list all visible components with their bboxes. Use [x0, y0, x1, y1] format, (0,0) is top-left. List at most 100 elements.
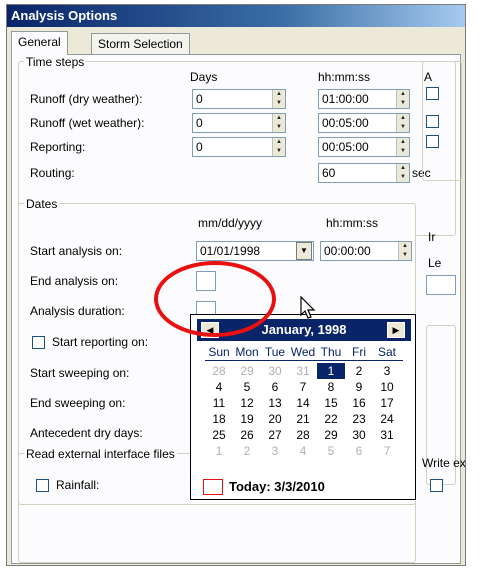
calendar-day[interactable]: 14 — [289, 395, 317, 411]
date-picker-calendar: ◀ January, 1998 ▶ Sun Mon Tue Wed Thu Fr… — [190, 314, 416, 500]
calendar-day[interactable]: 25 — [205, 427, 233, 443]
today-marker — [203, 479, 223, 495]
weekday-label: Mon — [235, 345, 259, 359]
right-checkbox-1[interactable] — [426, 87, 439, 100]
time-steps-title: Time steps — [24, 55, 87, 69]
runoff-dry-label: Runoff (dry weather): — [30, 92, 143, 106]
highlight-circle — [154, 261, 276, 337]
start-date-input[interactable]: 01/01/1998 ▼ — [196, 241, 314, 261]
calendar-day[interactable]: 9 — [345, 379, 373, 395]
routing-spinner[interactable]: ▲ ▼ — [396, 164, 409, 182]
routing-input[interactable]: 60 ▲ ▼ — [318, 163, 410, 183]
rainfall-label: Rainfall: — [56, 478, 100, 492]
date-dropdown-button[interactable]: ▼ — [296, 242, 312, 260]
days-header: Days — [190, 70, 218, 84]
interface-files-title: Read external interface files — [24, 447, 177, 461]
reporting-days-spinner[interactable]: ▲ ▼ — [272, 138, 285, 156]
calendar-day[interactable]: 3 — [261, 443, 289, 459]
calendar-day[interactable]: 1 — [205, 443, 233, 459]
start-analysis-label: Start analysis on: — [30, 244, 123, 258]
analysis-duration-label: Analysis duration: — [30, 304, 125, 318]
tab-storm-selection[interactable]: Storm Selection — [91, 33, 190, 54]
rainfall-checkbox[interactable] — [36, 479, 49, 492]
calendar-day[interactable]: 28 — [205, 363, 233, 379]
runoff-wet-days-spinner[interactable]: ▲ ▼ — [272, 114, 285, 132]
calendar-day-grid: 28 29 30 31 1 2 3 4 5 6 7 8 9 10 11 12 13 14 15 16 17 18 19… — [205, 363, 405, 475]
calendar-day[interactable]: 2 — [345, 363, 373, 379]
calendar-day[interactable]: 30 — [261, 363, 289, 379]
calendar-day[interactable]: 29 — [317, 427, 345, 443]
calendar-day[interactable]: 6 — [345, 443, 373, 459]
calendar-day[interactable]: 31 — [373, 427, 401, 443]
time-header: hh:mm:ss — [318, 70, 371, 84]
dates-title: Dates — [24, 197, 60, 211]
runoff-dry-time-spinner[interactable]: ▲ ▼ — [396, 90, 409, 108]
calendar-day[interactable]: 7 — [289, 379, 317, 395]
calendar-day[interactable]: 23 — [345, 411, 373, 427]
runoff-dry-days-input[interactable]: 0 ▲ ▼ — [192, 89, 286, 109]
calendar-day[interactable]: 24 — [373, 411, 401, 427]
calendar-day[interactable]: 15 — [317, 395, 345, 411]
calendar-day[interactable]: 17 — [373, 395, 401, 411]
runoff-wet-days-input[interactable]: 0 ▲ ▼ — [192, 113, 286, 133]
weekday-label: Fri — [352, 345, 366, 359]
calendar-day[interactable]: 4 — [289, 443, 317, 459]
start-reporting-label: Start reporting on: — [52, 335, 149, 349]
calendar-day[interactable]: 30 — [345, 427, 373, 443]
runoff-dry-days-spinner[interactable]: ▲ ▼ — [272, 90, 285, 108]
routing-label: Routing: — [30, 166, 75, 180]
today-label[interactable]: Today: 3/3/2010 — [229, 479, 325, 495]
start-time-spinner[interactable]: ▲ ▼ — [398, 242, 411, 260]
end-sweeping-label: End sweeping on: — [30, 396, 126, 410]
start-time-input[interactable]: 00:00:00 ▲ ▼ — [320, 241, 412, 261]
next-month-button[interactable]: ▶ — [387, 322, 405, 338]
calendar-day[interactable]: 26 — [233, 427, 261, 443]
calendar-day[interactable]: 16 — [345, 395, 373, 411]
weekday-label: Sun — [208, 345, 230, 359]
calendar-day[interactable]: 4 — [205, 379, 233, 395]
right-checkbox-2[interactable] — [426, 115, 439, 128]
right-label-ir: Ir — [428, 230, 436, 244]
runoff-wet-time-input[interactable]: 00:05:00 ▲ ▼ — [318, 113, 410, 133]
runoff-wet-time-spinner[interactable]: ▲ ▼ — [396, 114, 409, 132]
calendar-day[interactable]: 3 — [373, 363, 401, 379]
calendar-day[interactable]: 5 — [317, 443, 345, 459]
start-sweeping-label: Start sweeping on: — [30, 366, 130, 380]
calendar-day[interactable]: 2 — [233, 443, 261, 459]
calendar-day[interactable]: 31 — [289, 363, 317, 379]
window-title: Analysis Options — [7, 5, 465, 27]
calendar-day[interactable]: 29 — [233, 363, 261, 379]
calendar-day[interactable]: 18 — [205, 411, 233, 427]
write-external-checkbox[interactable] — [430, 479, 443, 492]
calendar-day[interactable]: 7 — [373, 443, 401, 459]
calendar-day[interactable]: 28 — [289, 427, 317, 443]
right-label-le: Le — [428, 256, 442, 270]
calendar-day[interactable]: 12 — [233, 395, 261, 411]
start-reporting-checkbox[interactable] — [32, 336, 45, 349]
calendar-day[interactable]: 21 — [289, 411, 317, 427]
calendar-day-selected[interactable]: 1 — [317, 363, 345, 379]
calendar-day[interactable]: 11 — [205, 395, 233, 411]
weekday-label: Tue — [264, 345, 286, 359]
runoff-dry-time-input[interactable]: 01:00:00 ▲ ▼ — [318, 89, 410, 109]
calendar-day[interactable]: 5 — [233, 379, 261, 395]
weekday-row: Sun Mon Tue Wed Thu Fri Sat — [205, 345, 405, 359]
reporting-time-input[interactable]: 00:05:00 ▲ ▼ — [318, 137, 410, 157]
calendar-day[interactable]: 8 — [317, 379, 345, 395]
right-checkbox-3[interactable] — [426, 135, 439, 148]
calendar-day[interactable]: 20 — [261, 411, 289, 427]
reporting-days-input[interactable]: 0 ▲ ▼ — [192, 137, 286, 157]
calendar-day[interactable]: 6 — [261, 379, 289, 395]
calendar-day[interactable]: 10 — [373, 379, 401, 395]
weekday-label: Thu — [320, 345, 342, 359]
calendar-day[interactable]: 27 — [261, 427, 289, 443]
antecedent-dry-days-label: Antecedent dry days: — [30, 426, 143, 440]
calendar-day[interactable]: 22 — [317, 411, 345, 427]
calendar-day[interactable]: 19 — [233, 411, 261, 427]
reporting-time-spinner[interactable]: ▲ ▼ — [396, 138, 409, 156]
tab-general[interactable]: General — [11, 31, 68, 55]
mouse-cursor-icon — [300, 296, 316, 319]
calendar-day[interactable]: 13 — [261, 395, 289, 411]
dates-time-header: hh:mm:ss — [326, 216, 379, 230]
right-field-1[interactable] — [426, 275, 456, 295]
